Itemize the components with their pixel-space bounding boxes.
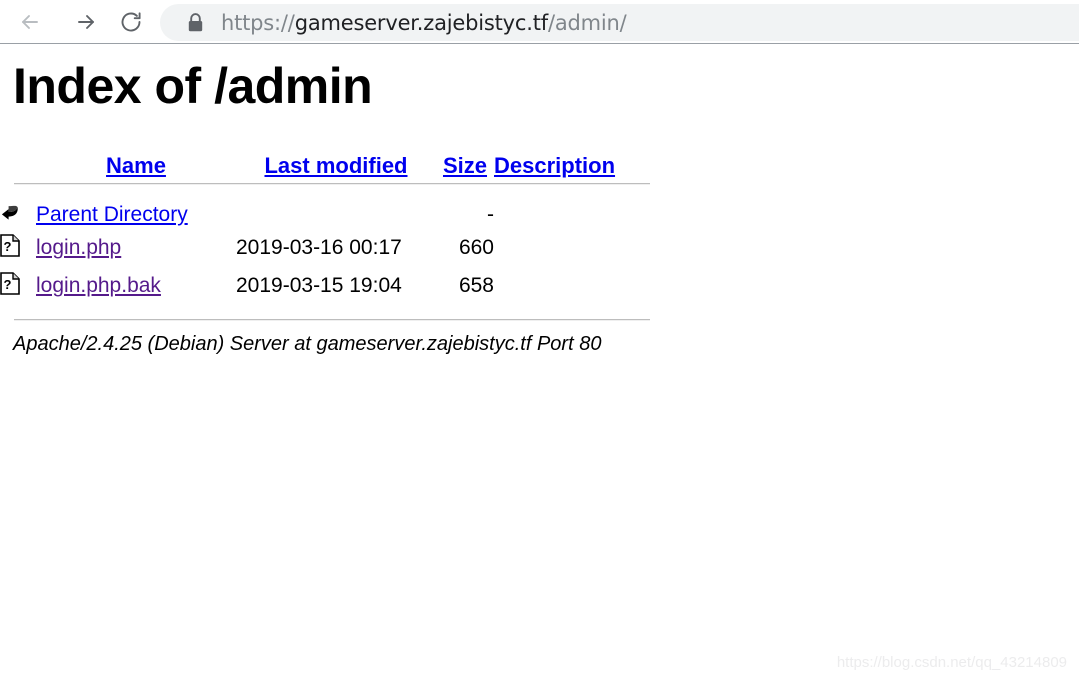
- header-name-cell: Name: [36, 153, 236, 179]
- link-login-php-bak[interactable]: login.php.bak: [36, 274, 161, 297]
- header-size-cell: Size: [436, 153, 494, 179]
- address-bar[interactable]: https://gameserver.zajebistyc.tf/admin/: [160, 4, 1079, 41]
- row-name-cell: login.php.bak: [36, 267, 236, 305]
- table-header-row: Name Last modified Size Description: [0, 153, 644, 179]
- arrow-left-icon: [18, 10, 42, 34]
- lock-icon[interactable]: [188, 13, 203, 32]
- url-host: gameserver.zajebistyc.tf: [294, 10, 548, 35]
- sort-by-description-link[interactable]: Description: [494, 153, 615, 178]
- row-name-cell: login.php: [36, 229, 236, 267]
- reload-button[interactable]: [115, 6, 147, 38]
- directory-table: Name Last modified Size Description: [0, 153, 644, 179]
- row-name-cell: Parent Directory: [36, 201, 236, 229]
- header-icon-cell: [0, 153, 36, 179]
- browser-toolbar: https://gameserver.zajebistyc.tf/admin/: [0, 0, 1079, 44]
- sort-by-size-link[interactable]: Size: [443, 153, 487, 178]
- table-row[interactable]: ? login.php.bak 2019-03-15 19:04 658: [0, 267, 644, 305]
- header-divider: [14, 183, 650, 185]
- server-signature: Apache/2.4.25 (Debian) Server at gameser…: [13, 333, 602, 355]
- arrow-right-icon: [74, 10, 98, 34]
- row-date-cell: [236, 201, 436, 229]
- row-date-cell: 2019-03-16 00:17: [236, 236, 402, 259]
- watermark: https://blog.csdn.net/qq_43214809: [836, 654, 1067, 671]
- table-row[interactable]: Parent Directory -: [0, 201, 644, 229]
- header-last-modified-cell: Last modified: [236, 153, 436, 179]
- link-login-php[interactable]: login.php: [36, 236, 121, 259]
- svg-text:?: ?: [4, 239, 12, 254]
- row-icon-cell: [0, 201, 36, 229]
- url-scheme: https://: [221, 10, 295, 35]
- url-path: /admin/: [547, 10, 627, 35]
- forward-button[interactable]: [70, 6, 102, 38]
- header-description-cell: Description: [494, 153, 644, 179]
- row-icon-cell: ?: [0, 229, 36, 267]
- back-button[interactable]: [14, 6, 46, 38]
- parent-directory-icon: [0, 202, 36, 229]
- directory-listing: Name Last modified Size Description Pare…: [0, 153, 1079, 356]
- page-title: Index of /admin: [13, 58, 373, 114]
- table-row[interactable]: ? login.php 2019-03-16 00:17 660: [0, 229, 644, 267]
- link-parent-directory[interactable]: Parent Directory: [36, 203, 188, 226]
- row-icon-cell: ?: [0, 267, 36, 305]
- file-table: Parent Directory - ? login.php 2019-03-1…: [0, 201, 644, 305]
- unknown-file-icon: ?: [0, 271, 36, 301]
- address-bar-text: https://gameserver.zajebistyc.tf/admin/: [221, 11, 627, 35]
- row-date-cell: 2019-03-15 19:04: [236, 274, 402, 297]
- row-description-cell: [494, 229, 644, 267]
- sort-by-date-link[interactable]: Last modified: [264, 153, 407, 178]
- row-description-cell: [494, 201, 644, 229]
- directory-index-page: Index of /admin Name Last modified Size: [0, 45, 1079, 683]
- footer-divider: [14, 319, 650, 321]
- reload-icon: [119, 10, 143, 34]
- row-size-cell: 660: [458, 236, 494, 259]
- row-size-cell: -: [487, 203, 494, 226]
- row-size-cell: 658: [458, 274, 494, 297]
- unknown-file-icon: ?: [0, 233, 36, 263]
- sort-by-name-link[interactable]: Name: [106, 153, 166, 178]
- row-description-cell: [494, 267, 644, 305]
- svg-text:?: ?: [4, 277, 12, 292]
